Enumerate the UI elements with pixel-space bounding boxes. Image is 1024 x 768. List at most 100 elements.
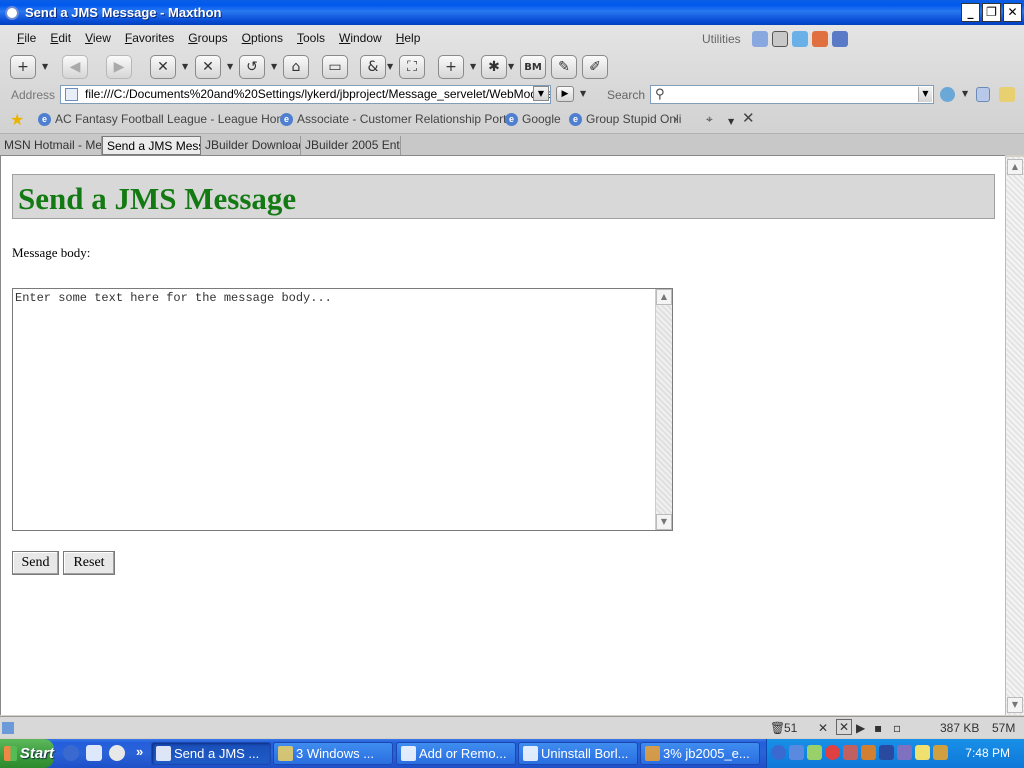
- tools-icon[interactable]: [812, 31, 828, 47]
- stop-icon[interactable]: ✕: [195, 55, 221, 79]
- task-label: 3 Windows ...: [296, 746, 375, 761]
- media-player-icon[interactable]: [109, 745, 125, 761]
- go-icon[interactable]: ▶: [556, 86, 574, 102]
- pen-icon[interactable]: ✎: [551, 55, 577, 79]
- new-tab-icon[interactable]: +: [10, 55, 36, 79]
- go-dropdown-icon[interactable]: ▼: [580, 89, 586, 98]
- signal-icon[interactable]: [807, 745, 822, 760]
- menu-groups[interactable]: Groups: [181, 31, 234, 45]
- bm-button[interactable]: BM: [520, 55, 546, 79]
- trash-icon[interactable]: 🗑: [770, 721, 785, 735]
- screenshot-icon[interactable]: [752, 31, 768, 47]
- plugin-icon[interactable]: [832, 31, 848, 47]
- page-scrollbar[interactable]: ▲ ▼: [1005, 157, 1024, 715]
- close-links-icon[interactable]: ✕: [742, 109, 755, 127]
- close-all-icon[interactable]: ✕: [150, 55, 176, 79]
- refresh-dropdown-icon[interactable]: ▼: [271, 62, 277, 71]
- search-label: Search: [607, 88, 646, 102]
- tab-jbuilder-download[interactable]: JBuilder Download...: [201, 136, 301, 155]
- menu-file[interactable]: File: [10, 31, 43, 45]
- search-engine-icon[interactable]: [940, 87, 955, 102]
- menu-window[interactable]: Window: [332, 31, 389, 45]
- tab-jbuilder-2005[interactable]: JBuilder 2005 Ent...: [301, 136, 401, 155]
- highlight-icon[interactable]: [999, 87, 1015, 102]
- scroll-up-icon[interactable]: ▲: [656, 289, 672, 305]
- link-customer-portal[interactable]: e Associate - Customer Relationship Port…: [280, 112, 516, 126]
- scroll-up-icon[interactable]: ▲: [1007, 159, 1023, 175]
- popup-block-icon[interactable]: ✕: [818, 721, 828, 735]
- link-group-stupid[interactable]: e Group Stupid Onli: [569, 112, 681, 126]
- pin-icon[interactable]: ⌖: [706, 112, 713, 127]
- stop-dropdown-icon[interactable]: ▼: [227, 62, 233, 71]
- menu-view[interactable]: View: [78, 31, 118, 45]
- chevron-right-icon[interactable]: ›: [673, 112, 678, 126]
- task-add-remove[interactable]: Add or Remo...: [396, 742, 516, 765]
- network-icon[interactable]: [789, 745, 804, 760]
- new-tab-dropdown-icon[interactable]: ▼: [42, 62, 48, 71]
- block-icon[interactable]: ✕: [836, 719, 853, 735]
- task-uninstall-borland[interactable]: Uninstall Borl...: [518, 742, 638, 765]
- favorites-star-icon[interactable]: ★: [10, 110, 24, 129]
- scroll-down-icon[interactable]: ▼: [1007, 697, 1023, 713]
- add-favorite-dropdown-icon[interactable]: ▼: [470, 62, 476, 71]
- tab-send-jms[interactable]: Send a JMS Mess...: [102, 136, 201, 155]
- textarea-scrollbar[interactable]: ▲ ▼: [655, 289, 672, 530]
- menu-options[interactable]: Options: [235, 31, 290, 45]
- close-dropdown-icon[interactable]: ▼: [182, 62, 188, 71]
- media-icon[interactable]: ▪: [874, 721, 882, 735]
- forward-icon[interactable]: ▶: [106, 55, 132, 79]
- notepad-icon[interactable]: [792, 31, 808, 47]
- fullscreen-icon[interactable]: ⛶: [399, 55, 425, 79]
- window-icon[interactable]: [772, 31, 788, 47]
- favorites-book-icon[interactable]: ▭: [322, 55, 348, 79]
- tools-wrench-icon[interactable]: ✐: [582, 55, 608, 79]
- search-engine-dropdown-icon[interactable]: ▼: [962, 89, 968, 98]
- msn-tray-icon[interactable]: [771, 745, 786, 760]
- menu-favorites[interactable]: Favorites: [118, 31, 181, 45]
- add-favorite-icon[interactable]: +: [438, 55, 464, 79]
- restore-button[interactable]: ❐: [982, 3, 1001, 22]
- groups-dropdown-icon[interactable]: ▼: [387, 62, 393, 71]
- minimize-button[interactable]: _: [961, 3, 980, 22]
- task-send-jms[interactable]: Send a JMS ...: [151, 742, 271, 765]
- menu-edit[interactable]: Edit: [43, 31, 78, 45]
- msn-icon[interactable]: [63, 745, 79, 761]
- update-icon[interactable]: [861, 745, 876, 760]
- home-icon[interactable]: ⌂: [283, 55, 309, 79]
- back-icon[interactable]: ◀: [62, 55, 88, 79]
- groups-icon[interactable]: &: [360, 55, 386, 79]
- scroll-down-icon[interactable]: ▼: [656, 514, 672, 530]
- play-icon[interactable]: ▶: [856, 721, 865, 735]
- search-dropdown-icon[interactable]: ▼: [918, 87, 932, 102]
- menu-help[interactable]: Help: [389, 31, 428, 45]
- user-icon[interactable]: [897, 745, 912, 760]
- address-input[interactable]: file:///C:/Documents%20and%20Settings/ly…: [60, 85, 551, 104]
- close-button[interactable]: ✕: [1003, 3, 1022, 22]
- page-search-icon[interactable]: [976, 87, 990, 102]
- bug-dropdown-icon[interactable]: ▼: [508, 62, 514, 71]
- antivirus-icon[interactable]: [825, 745, 840, 760]
- ie-icon[interactable]: [86, 745, 102, 761]
- tab-hotmail[interactable]: MSN Hotmail - Me...: [0, 136, 102, 155]
- task-windows-group[interactable]: 3 Windows ...: [273, 742, 393, 765]
- pin-dropdown-icon[interactable]: ▼: [728, 117, 734, 126]
- quicklaunch-chevron-icon[interactable]: »: [136, 744, 143, 759]
- notes-icon[interactable]: [915, 745, 930, 760]
- printer-icon[interactable]: [933, 745, 948, 760]
- clear-icon[interactable]: ▫: [893, 721, 901, 735]
- security-icon[interactable]: [843, 745, 858, 760]
- device-icon[interactable]: [879, 745, 894, 760]
- menu-tools[interactable]: Tools: [290, 31, 332, 45]
- send-button[interactable]: Send: [12, 551, 59, 575]
- refresh-icon[interactable]: ↺: [239, 55, 265, 79]
- start-button[interactable]: Start: [0, 739, 54, 768]
- link-fantasy-football[interactable]: e AC Fantasy Football League - League Ho…: [38, 112, 293, 126]
- search-input[interactable]: ⚲ ▼: [650, 85, 934, 104]
- bug-icon[interactable]: ✱: [481, 55, 507, 79]
- task-jb2005-download[interactable]: 3% jb2005_e...: [640, 742, 760, 765]
- link-google[interactable]: e Google: [505, 112, 561, 126]
- address-dropdown-icon[interactable]: ▼: [533, 86, 549, 101]
- reset-button[interactable]: Reset: [63, 551, 115, 575]
- utilities-label[interactable]: Utilities: [702, 32, 741, 46]
- message-body-textarea[interactable]: Enter some text here for the message bod…: [12, 288, 673, 531]
